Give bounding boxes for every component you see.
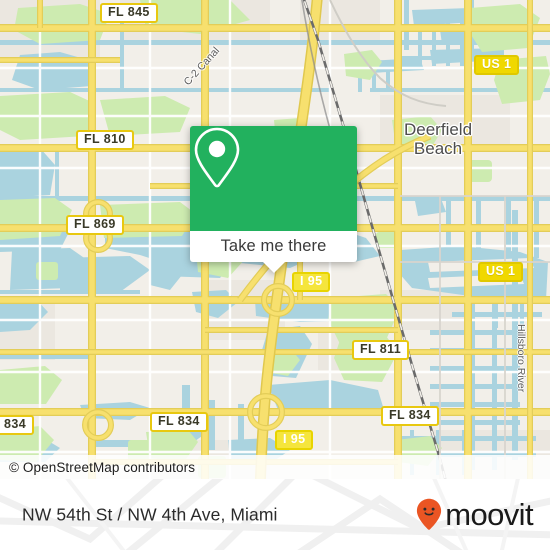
map-pin-icon <box>194 127 240 188</box>
popup-icon-panel <box>190 126 357 231</box>
take-me-there-label: Take me there <box>220 237 327 255</box>
take-me-there-popup[interactable]: Take me there <box>190 126 357 273</box>
water-label: Hillsboro River <box>515 324 527 393</box>
map-canvas[interactable]: FL 845 FL 810 FL 869 US 1 US 1 I 95 I 95 FL 811… <box>0 0 550 479</box>
road-shield-label: 834 <box>0 415 35 435</box>
popup-pointer <box>262 262 285 273</box>
road-shield-label: US 1 <box>474 55 520 75</box>
road-shield-label: I 95 <box>275 430 314 450</box>
road-shield-label: FL 845 <box>100 3 158 23</box>
road-shield-label: US 1 <box>478 262 524 282</box>
footer-bar: NW 54th St / NW 4th Ave, Miami moovit <box>0 479 550 550</box>
moovit-pin-smiley-icon <box>417 498 442 530</box>
road-shield-label: FL 834 <box>150 412 208 432</box>
location-title: NW 54th St / NW 4th Ave, Miami <box>22 504 278 524</box>
map-attribution: © OpenStreetMap contributors <box>0 455 550 479</box>
road-shield-label: I 95 <box>292 272 331 292</box>
screenshot-root: FL 845 FL 810 FL 869 US 1 US 1 I 95 I 95 FL 811… <box>0 0 550 550</box>
moovit-wordmark: moovit <box>445 497 533 532</box>
road-shield-label: FL 869 <box>66 215 124 235</box>
attribution-text: © OpenStreetMap contributors <box>9 459 196 475</box>
road-shield-label: FL 811 <box>352 340 410 360</box>
place-label: Deerfield Beach <box>404 120 473 158</box>
moovit-brand[interactable]: moovit <box>416 497 534 532</box>
road-shield-label: FL 810 <box>76 130 134 150</box>
popup-action-panel[interactable]: Take me there <box>190 231 357 262</box>
road-shield-label: FL 834 <box>381 406 439 426</box>
